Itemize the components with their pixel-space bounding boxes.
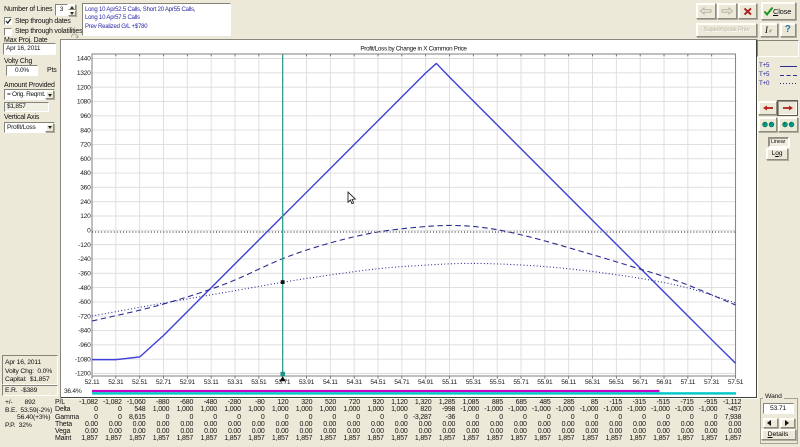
svg-text:1320: 1320	[77, 70, 91, 77]
svg-text:52.71: 52.71	[156, 379, 172, 386]
svg-text:56.11: 56.11	[561, 379, 576, 386]
svg-text:57.31: 57.31	[704, 379, 720, 386]
svg-text:54.91: 54.91	[418, 379, 434, 386]
svg-text:-480: -480	[78, 285, 91, 292]
svg-text:480: 480	[80, 170, 91, 177]
svg-text:55.91: 55.91	[537, 379, 553, 386]
svg-text:53.31: 53.31	[227, 379, 243, 386]
svg-text:-120: -120	[78, 242, 91, 249]
svg-text:360: 360	[80, 185, 91, 192]
svg-text:57.51: 57.51	[728, 379, 744, 386]
svg-text:55.11: 55.11	[442, 379, 457, 386]
svg-text:55.71: 55.71	[513, 379, 529, 386]
svg-text:53.51: 53.51	[251, 379, 267, 386]
svg-text:240: 240	[80, 199, 91, 206]
svg-text:54.51: 54.51	[370, 379, 386, 386]
svg-text:56.51: 56.51	[609, 379, 625, 386]
svg-text:54.31: 54.31	[347, 379, 363, 386]
svg-text:-840: -840	[78, 328, 91, 335]
svg-text:720: 720	[80, 142, 91, 149]
svg-text:54.11: 54.11	[323, 379, 338, 386]
svg-text:-240: -240	[78, 256, 91, 263]
svg-text:55.31: 55.31	[466, 379, 482, 386]
svg-text:52.51: 52.51	[132, 379, 148, 386]
svg-text:-960: -960	[78, 342, 91, 349]
svg-text:840: 840	[80, 127, 91, 134]
svg-text:55.51: 55.51	[490, 379, 506, 386]
svg-text:52.31: 52.31	[108, 379, 124, 386]
svg-text:56.71: 56.71	[633, 379, 649, 386]
svg-text:120: 120	[80, 213, 91, 220]
svg-text:Profit/Loss by Change in X Com: Profit/Loss by Change in X Common Price	[360, 46, 467, 53]
svg-text:600: 600	[80, 156, 91, 163]
svg-text:57.11: 57.11	[680, 379, 695, 386]
svg-text:1080: 1080	[77, 99, 91, 106]
svg-text:52.11: 52.11	[85, 379, 100, 386]
svg-text:53.91: 53.91	[299, 379, 315, 386]
svg-text:54.71: 54.71	[394, 379, 410, 386]
svg-text:960: 960	[80, 113, 91, 120]
svg-text:52.91: 52.91	[180, 379, 196, 386]
svg-text:-720: -720	[78, 313, 91, 320]
svg-text:-360: -360	[78, 270, 91, 277]
svg-text:53.11: 53.11	[204, 379, 219, 386]
svg-text:56.31: 56.31	[585, 379, 601, 386]
svg-text:-1200: -1200	[75, 371, 91, 378]
svg-text:56.91: 56.91	[656, 379, 672, 386]
svg-text:1200: 1200	[77, 84, 91, 91]
svg-text:0: 0	[87, 228, 91, 235]
svg-text:36.4%: 36.4%	[64, 388, 82, 395]
svg-text:-600: -600	[78, 299, 91, 306]
svg-text:-1080: -1080	[75, 356, 91, 363]
svg-text:1440: 1440	[77, 56, 91, 63]
